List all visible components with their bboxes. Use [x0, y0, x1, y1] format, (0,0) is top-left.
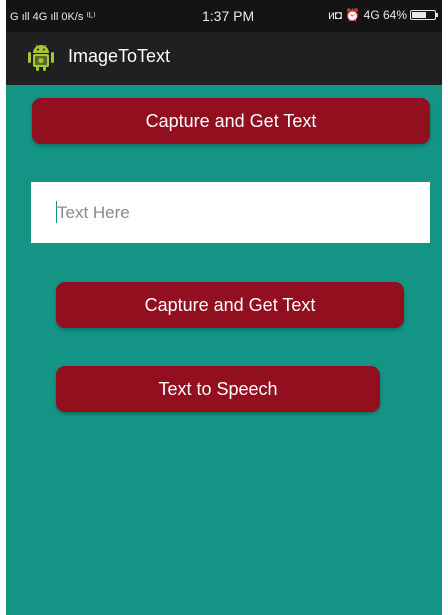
android-icon [28, 44, 54, 71]
app-title: ImageToText [68, 46, 171, 66]
status-indicators: ᴎ◘ ⏰ 4G 64% [328, 8, 407, 22]
capture-button[interactable]: Capture and Get Text [56, 282, 404, 328]
capture-button-top[interactable]: Capture and Get Text [32, 98, 430, 144]
battery-icon [410, 10, 438, 20]
battery-level [412, 12, 427, 18]
status-time: 1:37 PM [202, 8, 255, 24]
status-bar: G ıll 4G ıll 0K/s ⁽ᴸ⁾ 1:37 PM ᴎ◘ ⏰ 4G 64… [6, 0, 442, 32]
status-right: ᴎ◘ ⏰ 4G 64% [328, 8, 438, 22]
action-bar: ImageToText [6, 32, 442, 85]
signal-status: G ıll 4G ıll 0K/s ⁽ᴸ⁾ [10, 11, 96, 23]
app-screen: G ıll 4G ıll 0K/s ⁽ᴸ⁾ 1:37 PM ᴎ◘ ⏰ 4G 64… [6, 0, 442, 615]
text-cursor [56, 201, 57, 223]
text-input[interactable] [31, 182, 430, 243]
text-to-speech-button[interactable]: Text to Speech [56, 366, 380, 412]
